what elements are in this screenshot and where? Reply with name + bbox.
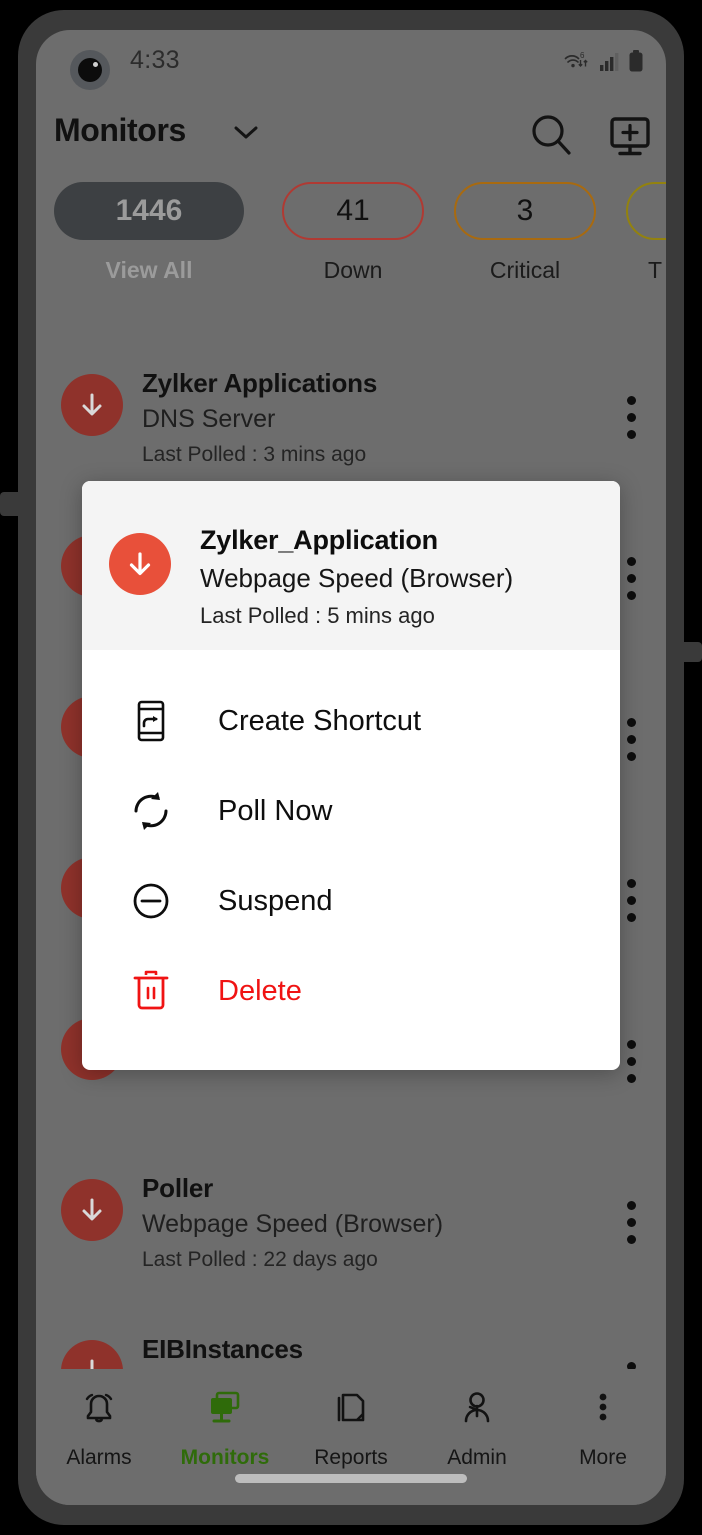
documents-icon [329,1387,373,1436]
tab-view-all[interactable]: 1446 View All [54,182,244,284]
refresh-icon [128,789,174,833]
tab-down-label: Down [323,257,383,283]
tab-critical-count: 3 [454,182,596,240]
tab-trouble-count [626,182,666,240]
row-text: Zylker Applications DNS Server Last Poll… [142,368,377,467]
menu-item-suspend[interactable]: Suspend [82,856,620,946]
dialog-title: Zylker_Application [200,525,438,555]
tab-down[interactable]: 41 Down [282,182,424,284]
monitor-type: DNS Server [142,405,276,433]
row-kebab-icon[interactable] [627,396,636,439]
row-kebab-icon[interactable] [627,879,636,922]
down-arrow-icon [61,1179,123,1241]
menu-item-poll-now[interactable]: Poll Now [82,766,620,856]
wifi-6-icon: 6 [564,50,592,79]
monitor-action-dialog: Zylker_Application Webpage Speed (Browse… [82,481,620,1070]
tab-critical-label: Critical [489,257,561,283]
phone-side-button-right[interactable] [682,642,702,662]
dialog-subtitle: Webpage Speed (Browser) [200,563,514,593]
phone-side-button-left[interactable] [0,492,20,516]
page-title: Monitors [54,112,186,148]
cellular-signal-icon [599,51,621,78]
nav-item-more[interactable]: More [540,1369,666,1505]
row-kebab-icon[interactable] [627,557,636,600]
monitor-last-polled: Last Polled : 22 days ago [142,1248,378,1271]
status-filter-tabs: 1446 View All 41 Down 3 Critical T [36,182,666,322]
table-row[interactable]: Zylker Applications DNS Server Last Poll… [36,330,666,491]
add-monitor-icon[interactable] [604,110,656,167]
monitor-name: EIBInstances [142,1334,303,1364]
monitor-last-polled: Last Polled : 3 mins ago [142,443,367,466]
monitor-name: Poller [142,1173,214,1203]
row-kebab-icon[interactable] [627,1201,636,1244]
nav-item-admin[interactable]: Admin [414,1369,540,1505]
tab-view-all-label: View All [105,257,193,283]
kebab-icon [581,1387,625,1436]
status-indicators: 6 [564,50,644,79]
menu-item-label: Suspend [218,884,333,917]
person-icon [455,1387,499,1436]
svg-text:6: 6 [580,51,585,60]
dialog-menu: Create Shortcut Poll Now Suspend Delete [82,650,620,1036]
menu-item-label: Delete [218,974,302,1007]
monitor-type: Webpage Speed (Browser) [142,1210,444,1238]
phone-screen: 4:33 6 Monitors 1446 View All 41 Down 3 … [36,30,666,1505]
nav-label: Admin [447,1446,507,1469]
front-camera-icon [70,50,110,90]
monitor-name: Zylker Applications [142,368,378,398]
row-text: EIBInstances [142,1334,303,1374]
tab-critical[interactable]: 3 Critical [454,182,596,284]
table-row[interactable]: Poller Webpage Speed (Browser) Last Poll… [36,1135,666,1296]
nav-item-reports[interactable]: Reports [288,1369,414,1505]
tab-view-all-count: 1446 [54,182,244,240]
battery-icon [628,50,644,79]
tab-trouble-label: T [648,257,663,283]
nav-label: Reports [314,1446,388,1469]
row-kebab-icon[interactable] [627,1040,636,1083]
mobile-shortcut-icon [128,699,174,743]
row-kebab-icon[interactable] [627,718,636,761]
nav-item-alarms[interactable]: Alarms [36,1369,162,1505]
nav-item-monitors[interactable]: Monitors [162,1369,288,1505]
menu-item-create-shortcut[interactable]: Create Shortcut [82,676,620,766]
status-bar: 4:33 6 [36,30,666,94]
bottom-navigation: Alarms Monitors Reports Admin More [36,1369,666,1505]
row-text: Poller Webpage Speed (Browser) Last Poll… [142,1173,443,1272]
nav-label: Monitors [180,1446,270,1469]
status-time: 4:33 [130,46,180,74]
search-icon[interactable] [526,110,578,167]
down-arrow-icon [61,374,123,436]
nav-label: More [579,1446,627,1469]
bell-icon [77,1387,121,1436]
home-indicator[interactable] [235,1474,467,1483]
menu-item-label: Poll Now [218,794,333,827]
app-header: Monitors [36,94,666,178]
dialog-header-text: Zylker_Application Webpage Speed (Browse… [200,525,513,629]
dialog-header: Zylker_Application Webpage Speed (Browse… [82,481,620,650]
nav-label: Alarms [66,1446,132,1469]
chevron-down-icon[interactable] [232,124,260,147]
dialog-last-polled: Last Polled : 5 mins ago [200,603,435,628]
menu-item-label: Create Shortcut [218,704,422,737]
minus-circle-icon [128,879,174,923]
tab-down-count: 41 [282,182,424,240]
menu-item-delete[interactable]: Delete [82,946,620,1036]
tab-trouble[interactable]: T [626,182,666,284]
monitor-icon [203,1387,247,1436]
down-arrow-icon [109,533,171,595]
trash-icon [128,968,174,1014]
